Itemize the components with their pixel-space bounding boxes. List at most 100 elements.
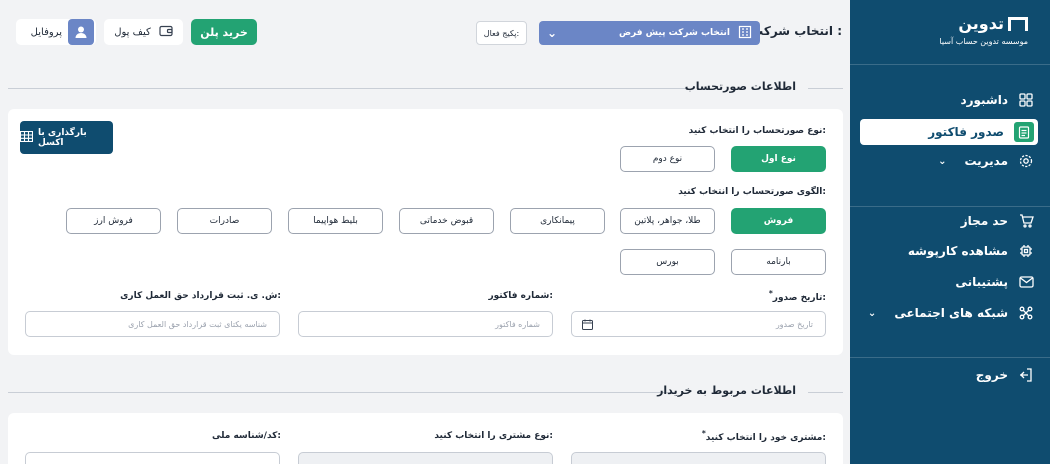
customer-select[interactable] [571, 452, 826, 464]
pattern-option-label: پیمانکاری [540, 216, 575, 226]
contract-id-field[interactable]: شناسه یکتای ثبت قرارداد حق العمل کاری [25, 311, 280, 337]
invoice-pattern-label: الگوی صورتحساب را انتخاب کنید: [678, 187, 826, 197]
type-option-second[interactable]: نوع دوم [620, 146, 715, 172]
calendar-icon [582, 319, 593, 332]
chevron-down-icon: ⌄ [547, 26, 558, 40]
pattern-option-gold[interactable]: طلا، جواهر، پلاتین [620, 208, 715, 234]
pattern-option-label: صادرات [209, 216, 240, 226]
pattern-option-flight-ticket[interactable]: بلیط هواپیما [288, 208, 383, 234]
buyer-section-title: اطلاعات مربوط به خریدار [657, 384, 796, 397]
excel-upload-button[interactable]: بارگذاری با اکسل [19, 121, 113, 154]
pattern-option-waybill[interactable]: بارنامه [731, 249, 826, 275]
sidebar: تدوین موسسه تدوین حساب آسیا داشبورد صدور… [850, 0, 1050, 464]
customer-type-label: نوع مشتری را انتخاب کنید: [434, 431, 553, 441]
sidebar-item-label: پشتیبانی [955, 275, 1008, 289]
company-select[interactable]: ⌄ انتخاب شرکت پیش فرض [539, 21, 760, 45]
section-divider [808, 392, 843, 393]
settings-icon [1018, 153, 1034, 169]
invoice-icon [1014, 122, 1034, 142]
invoice-number-field[interactable]: شماره فاکتور [298, 311, 553, 337]
cpu-icon [1018, 243, 1034, 259]
top-bar: انتخاب شرکت : ⌄ انتخاب شرکت پیش فرض پکیج… [0, 0, 850, 64]
sidebar-item-management[interactable]: مدیریت ⌄ [860, 148, 1038, 174]
pattern-option-export[interactable]: صادرات [177, 208, 272, 234]
buyer-card: *مشتری خود را انتخاب کنید: نوع مشتری را … [8, 413, 843, 464]
logo: تدوین موسسه تدوین حساب آسیا [878, 14, 1028, 46]
pattern-option-sales[interactable]: فروش [731, 208, 826, 234]
sidebar-item-dashboard[interactable]: داشبورد [860, 87, 1038, 113]
sidebar-divider [850, 357, 1050, 358]
invoice-type-label: نوع صورتحساب را انتخاب کنید: [688, 126, 826, 136]
section-divider [8, 392, 674, 393]
logo-text: تدوین [958, 14, 1004, 33]
sidebar-item-label: شبکه های اجتماعی [894, 306, 1008, 320]
sidebar-item-label: حد مجاز [960, 214, 1008, 228]
grid-icon [1018, 92, 1034, 108]
profile-label: پروفایل [30, 26, 62, 38]
cart-icon [1018, 213, 1034, 229]
sidebar-item-label: مشاهده کارپوشه [907, 244, 1008, 258]
sidebar-item-label: خروج [975, 368, 1008, 382]
pattern-option-label: فروش [763, 216, 794, 226]
sidebar-item-workfolder[interactable]: مشاهده کارپوشه [860, 238, 1038, 264]
invoice-card: بارگذاری با اکسل نوع صورتحساب را انتخاب … [8, 109, 843, 355]
wallet-label: کیف پول [114, 26, 151, 38]
issue-date-label: *تاریخ صدور: [768, 289, 826, 303]
logo-mark-icon [1008, 16, 1028, 31]
pattern-option-currency[interactable]: فروش ارز [66, 208, 161, 234]
sidebar-item-label: صدور فاکتور [928, 125, 1004, 139]
pattern-option-utility-bills[interactable]: قبوض خدماتی [399, 208, 494, 234]
user-icon [68, 19, 94, 45]
active-package-badge: پکیج فعال: [476, 21, 527, 45]
profile-button[interactable]: پروفایل [16, 19, 96, 45]
sidebar-item-support[interactable]: پشتیبانی [860, 269, 1038, 295]
pattern-option-label: بارنامه [766, 257, 791, 267]
sidebar-item-logout[interactable]: خروج [860, 362, 1038, 388]
wallet-icon [159, 25, 173, 40]
pattern-option-label: بورس [656, 257, 679, 267]
logo-subtitle: موسسه تدوین حساب آسیا [939, 37, 1028, 46]
sidebar-item-label: داشبورد [960, 93, 1008, 107]
type-option-label: نوع اول [761, 154, 796, 164]
chevron-down-icon: ⌄ [867, 307, 877, 319]
buy-plan-label: خرید پلن [200, 25, 248, 39]
sidebar-divider [850, 206, 1050, 207]
buy-plan-button[interactable]: خرید پلن [191, 19, 257, 45]
contract-id-label: ش. ی. ثبت قرارداد حق العمل کاری: [120, 291, 281, 301]
company-label: انتخاب شرکت : [751, 24, 842, 38]
invoice-number-label: شماره فاکتور: [488, 291, 553, 301]
sidebar-divider [850, 64, 1050, 65]
pattern-option-label: قبوض خدماتی [419, 216, 474, 226]
wallet-button[interactable]: کیف پول [104, 19, 183, 45]
mail-icon [1018, 274, 1034, 290]
excel-upload-label: بارگذاری با اکسل [38, 127, 87, 148]
excel-icon [19, 130, 34, 145]
customer-label: *مشتری خود را انتخاب کنید: [701, 429, 826, 443]
logout-icon [1018, 367, 1034, 383]
section-divider [808, 88, 843, 89]
active-package-label: پکیج فعال: [483, 28, 520, 38]
type-option-first[interactable]: نوع اول [731, 146, 826, 172]
pattern-option-label: فروش ارز [94, 216, 133, 226]
pattern-option-label: طلا، جواهر، پلاتین [634, 216, 701, 226]
company-select-value: انتخاب شرکت پیش فرض [618, 28, 730, 38]
invoice-section-title: اطلاعات صورتحساب [684, 80, 796, 93]
pattern-option-label: بلیط هواپیما [313, 216, 358, 226]
chevron-down-icon: ⌄ [938, 155, 947, 167]
pattern-option-stock-exchange[interactable]: بورس [620, 249, 715, 275]
pattern-option-contracting[interactable]: پیمانکاری [510, 208, 605, 234]
contract-id-placeholder: شناسه یکتای ثبت قرارداد حق العمل کاری [128, 319, 267, 329]
type-option-label: نوع دوم [652, 154, 683, 164]
sidebar-item-social[interactable]: شبکه های اجتماعی ⌄ [860, 300, 1038, 326]
national-id-label: کد/شناسه ملی: [211, 431, 281, 441]
sidebar-item-limit[interactable]: حد مجاز [860, 208, 1038, 234]
sidebar-item-invoice[interactable]: صدور فاکتور [860, 119, 1038, 145]
issue-date-field[interactable]: تاریخ صدور [571, 311, 826, 337]
sidebar-item-label: مدیریت [964, 154, 1008, 168]
issue-date-placeholder: تاریخ صدور [775, 319, 813, 329]
building-icon [738, 25, 752, 42]
customer-type-select[interactable] [298, 452, 553, 464]
network-icon [1018, 305, 1034, 321]
section-divider [8, 88, 688, 89]
national-id-field[interactable] [25, 452, 280, 464]
